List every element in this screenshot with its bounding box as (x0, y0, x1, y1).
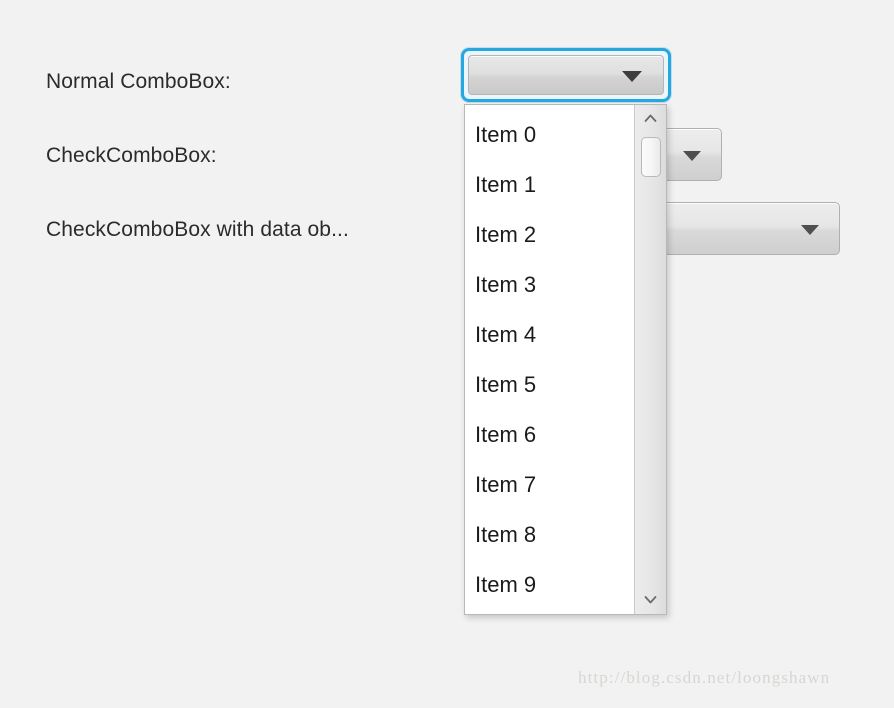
dropdown-item-list: Item 0 Item 1 Item 2 Item 3 Item 4 Item … (465, 105, 635, 614)
dropdown-scrollbar[interactable] (634, 105, 666, 614)
chevron-down-icon (683, 150, 701, 161)
chevron-down-icon (644, 593, 657, 606)
scrollbar-up-button[interactable] (635, 105, 666, 133)
watermark-text: http://blog.csdn.net/loongshawn (578, 668, 831, 687)
scrollbar-thumb[interactable] (641, 137, 661, 177)
list-item[interactable]: Item 1 (465, 160, 635, 210)
chevron-up-icon (644, 112, 657, 125)
list-item[interactable]: Item 9 (465, 560, 635, 610)
chevron-down-icon (801, 224, 819, 235)
normal-combobox-control[interactable] (468, 55, 664, 95)
label-normal-combobox: Normal ComboBox: (46, 70, 231, 93)
label-checkcombobox: CheckComboBox: (46, 144, 217, 167)
scrollbar-down-button[interactable] (635, 586, 666, 614)
list-item[interactable]: Item 2 (465, 210, 635, 260)
list-item[interactable]: Item 6 (465, 410, 635, 460)
label-checkcombobox-with-data-object: CheckComboBox with data ob... (46, 218, 349, 241)
app-window: Normal ComboBox: CheckComboBox: CheckCom… (0, 0, 894, 708)
normal-combobox-focus-ring (461, 48, 671, 102)
list-item[interactable]: Item 5 (465, 360, 635, 410)
list-item[interactable]: Item 0 (465, 110, 635, 160)
list-item[interactable]: Item 8 (465, 510, 635, 560)
checkcombobox-data-object-control[interactable] (640, 202, 840, 255)
list-item[interactable]: Item 3 (465, 260, 635, 310)
list-item[interactable]: Item 7 (465, 460, 635, 510)
chevron-down-icon (622, 71, 642, 82)
list-item[interactable]: Item 4 (465, 310, 635, 360)
normal-combobox-dropdown: Item 0 Item 1 Item 2 Item 3 Item 4 Item … (464, 104, 667, 615)
